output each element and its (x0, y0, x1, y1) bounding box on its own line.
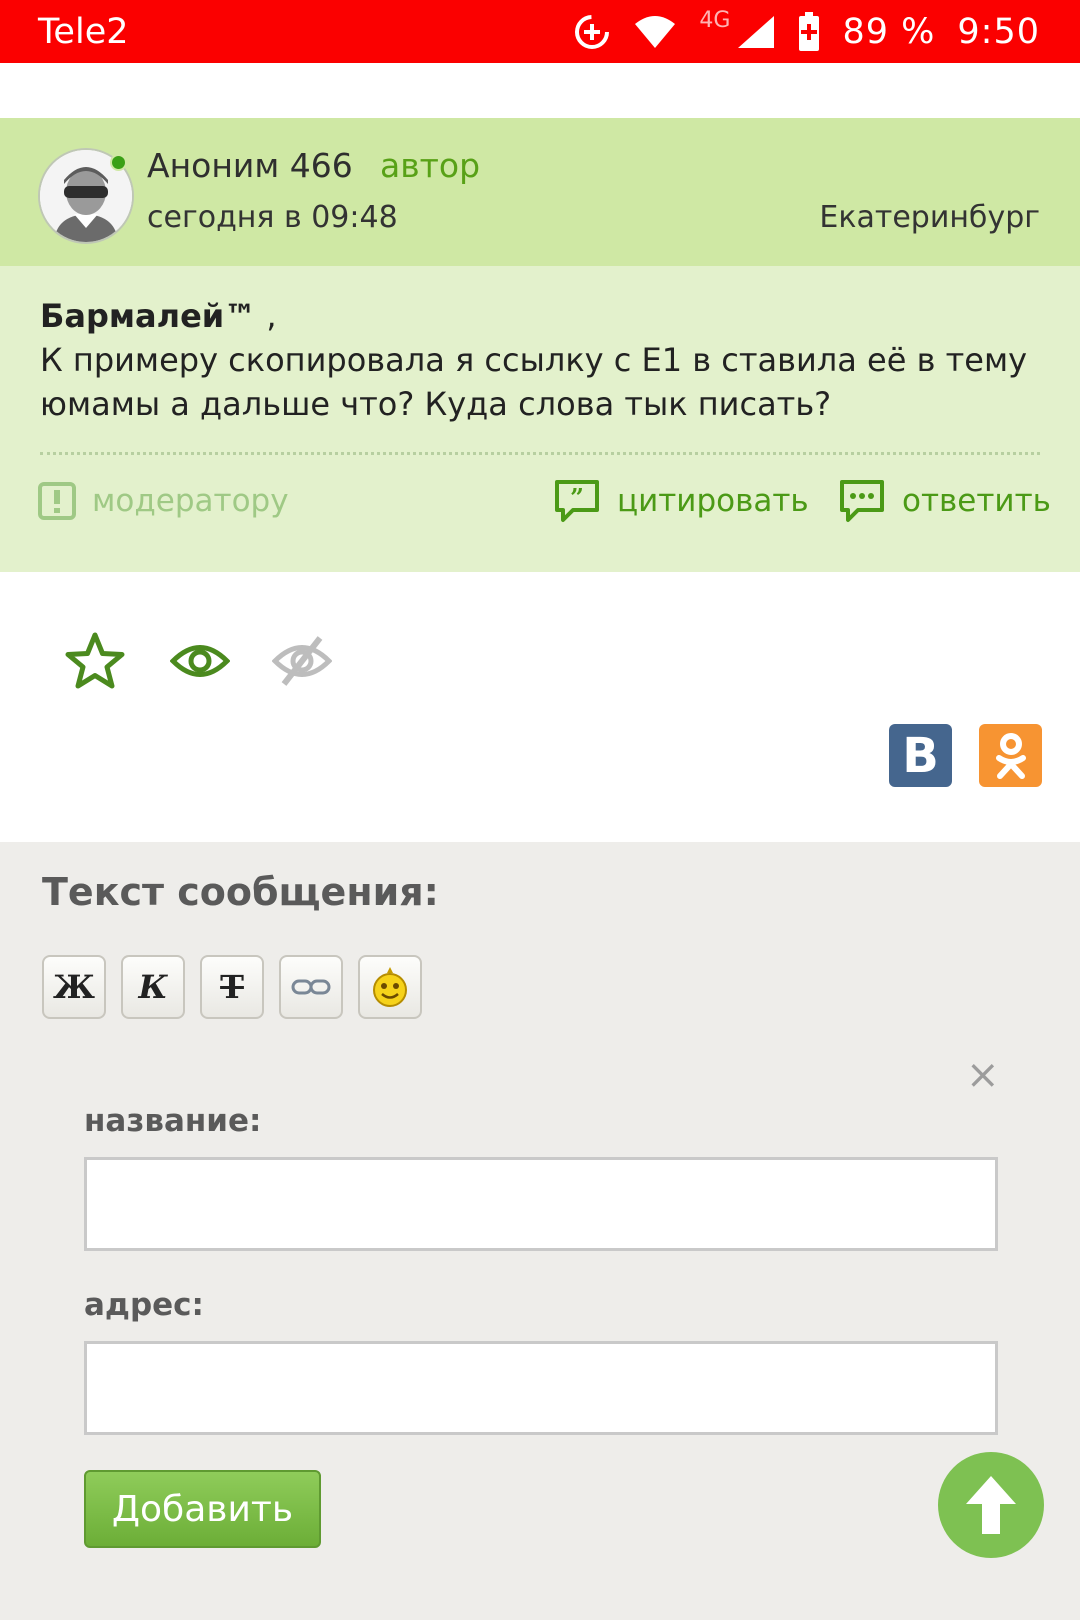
name-input[interactable] (84, 1157, 998, 1251)
name-field-label: название: (84, 1103, 262, 1139)
star-icon[interactable] (64, 632, 126, 694)
post-body: Бармалей™ , К примеру скопировала я ссыл… (0, 266, 1080, 572)
divider (40, 452, 1040, 455)
svg-text:”: ” (570, 483, 584, 512)
link-icon (291, 979, 331, 995)
addressee-name[interactable]: Бармалей™ (40, 297, 256, 335)
post-message: К примеру скопировала я ссылку с Е1 в ст… (40, 341, 1028, 423)
post-tools: В (0, 572, 1080, 842)
exclamation-icon (38, 482, 76, 520)
wifi-icon (633, 14, 677, 50)
eye-off-icon[interactable] (271, 632, 333, 694)
post-timestamp: сегодня в 09:48 (147, 200, 398, 235)
scroll-to-top-button[interactable] (938, 1452, 1044, 1558)
arrow-up-icon (966, 1476, 1016, 1534)
quote-label: цитировать (617, 483, 809, 519)
odnoklassniki-share-button[interactable] (979, 724, 1042, 787)
reply-label: ответить (902, 483, 1051, 519)
network-type: 4G (699, 7, 731, 33)
address-field-label: адрес: (84, 1287, 204, 1323)
carrier-name: Tele2 (38, 12, 129, 52)
top-spacer (0, 63, 1080, 118)
italic-button[interactable]: К (121, 955, 185, 1019)
battery-level: 89 % (842, 12, 936, 52)
close-link-form-icon[interactable]: × (966, 1052, 1000, 1098)
address-input[interactable] (84, 1341, 998, 1435)
reply-bubble-icon (840, 480, 884, 522)
bold-button[interactable]: Ж (42, 955, 106, 1019)
report-label: модератору (92, 483, 289, 519)
quote-button[interactable]: ” цитировать (553, 476, 809, 526)
odnoklassniki-icon (995, 732, 1026, 779)
strikethrough-button[interactable]: Т (200, 955, 264, 1019)
quote-bubble-icon: ” (555, 480, 599, 522)
add-button[interactable]: Добавить (84, 1470, 321, 1548)
message-form-title: Текст сообщения: (42, 870, 439, 914)
author-name[interactable]: Аноним 466 (147, 146, 353, 185)
battery-charging-icon (798, 12, 820, 52)
report-to-moderator-button[interactable]: модератору (38, 476, 289, 526)
insert-link-button[interactable] (279, 955, 343, 1019)
clock: 9:50 (957, 12, 1040, 52)
insert-smiley-button[interactable] (358, 955, 422, 1019)
vk-share-button[interactable]: В (889, 724, 952, 787)
post-header: Аноним 466 автор сегодня в 09:48 Екатери… (0, 118, 1080, 266)
addressee-suffix: , (256, 297, 277, 335)
vk-logo: В (902, 727, 939, 784)
add-button-label: Добавить (111, 1488, 294, 1530)
signal-icon (736, 14, 776, 50)
smiley-icon (373, 967, 407, 1007)
data-saver-icon (573, 13, 611, 51)
eye-icon[interactable] (169, 632, 231, 694)
author-city: Екатеринбург (819, 200, 1040, 235)
italic-label: К (138, 968, 168, 1006)
strikethrough-label: Т (220, 968, 244, 1006)
bold-label: Ж (53, 968, 95, 1006)
status-icons: 4G 89 % 9:50 (573, 8, 1040, 56)
author-badge: автор (380, 146, 481, 185)
post-text: Бармалей™ , К примеру скопировала я ссыл… (40, 294, 1050, 426)
status-bar: Tele2 4G 89 % 9:50 (0, 0, 1080, 63)
reply-button[interactable]: ответить (838, 476, 1051, 526)
online-indicator (110, 154, 127, 171)
